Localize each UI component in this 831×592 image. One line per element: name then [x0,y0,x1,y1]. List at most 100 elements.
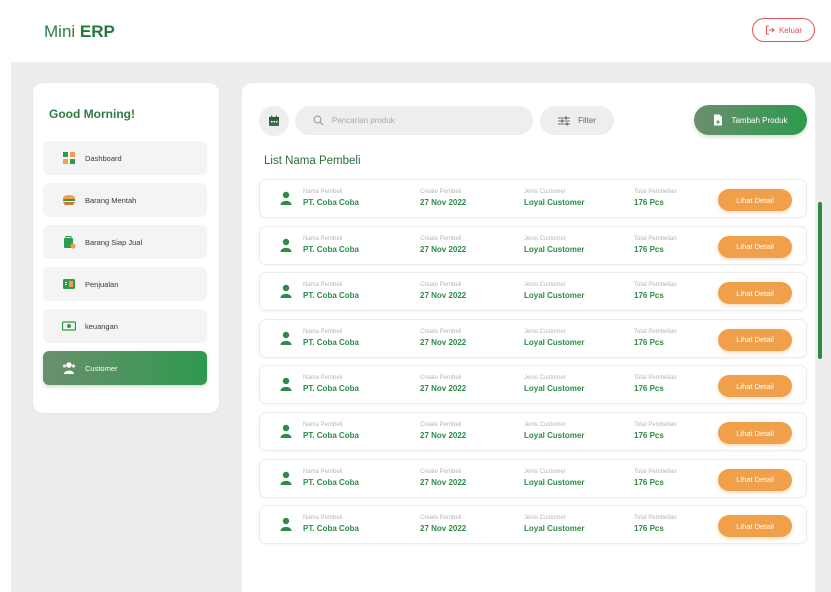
sidebar-item-dashboard[interactable]: Dashboard [43,141,207,175]
cell-value: PT. Coba Coba [303,198,360,207]
row-cell-type: Jenis Customer Loyal Customer [524,328,584,349]
scrollbar[interactable] [818,202,822,359]
raw-goods-icon [62,193,76,207]
row-cell-type: Jenis Customer Loyal Customer [524,514,584,535]
sidebar-item-label: Barang Siap Jual [85,237,143,247]
person-icon [280,424,292,440]
cell-label: Create Pembeli [420,235,462,242]
sidebar-item-label: Penjualan [85,279,119,289]
cell-label: Nama Pembeli [303,515,343,522]
cell-label: Jenis Customer [524,468,566,475]
cell-label: Create Pembeli [420,282,462,289]
logout-button[interactable]: Keluar [752,18,815,42]
table-row: Nama Pembeli PT. Coba Coba Create Pembeli 2… [259,225,807,265]
sidebar-item-penjualan[interactable]: Penjualan [43,267,207,301]
calendar-button[interactable] [259,106,289,136]
filter-label: Filter [578,116,596,125]
sidebar: Good Morning! Dashboard Barang Mentah Ba… [33,83,219,413]
logout-icon [765,25,775,35]
cell-label: Jenis Customer [524,189,566,195]
person-icon [280,471,292,487]
sidebar-item-customer[interactable]: Customer [43,351,207,385]
row-cell-name: Nama Pembeli PT. Coba Coba [303,514,359,535]
calendar-icon [269,115,279,126]
cell-value: PT. Coba Coba [303,384,360,394]
row-cell-type: Jenis Customer Loyal Customer [524,235,584,256]
cell-value: Loyal Customer [524,431,585,440]
cell-label: Total Pembelian [634,282,677,289]
cell-value: PT. Coba Coba [303,291,360,301]
person-icon [280,238,292,254]
add-product-label: Tambah Produk [731,115,788,125]
cell-label: Jenis Customer [524,235,566,242]
view-detail-button[interactable]: Lihat Detail [718,189,792,211]
view-detail-button[interactable]: Lihat Detail [718,328,792,351]
view-detail-button[interactable]: Lihat Detail [718,375,792,398]
cell-label: Total Pembelian [634,235,677,242]
person-icon [280,517,292,533]
row-cell-total: Total Pembelian 176 Pcs [634,421,677,442]
row-cell-type: Jenis Customer Loyal Customer [524,421,584,442]
search-bar[interactable] [295,106,533,135]
row-cell-type: Jenis Customer Loyal Customer [524,281,584,302]
top-bar: Mini ERP Keluar [0,0,831,60]
cell-value: 176 Pcs [634,198,664,207]
table-row: Nama Pembeli PT. Coba Coba Create Pembeli 2… [259,318,807,358]
sidebar-item-label: Barang Mentah [85,195,137,205]
cell-label: Total Pembelian [634,189,677,195]
cell-label: Nama Pembeli [303,375,343,382]
cell-label: Nama Pembeli [303,422,343,428]
logo-text-bold: ERP [79,22,115,41]
row-cell-name: Nama Pembeli PT. Coba Coba [303,281,359,302]
row-cell-name: Nama Pembeli PT. Coba Coba [303,235,359,256]
cell-value: Loyal Customer [524,198,585,207]
cell-value: 27 Nov 2022 [420,384,467,394]
list-title: List Nama Pembeli [264,155,361,167]
cell-value: PT. Coba Coba [303,477,360,487]
person-icon [280,377,292,393]
cell-value: PT. Coba Coba [303,244,360,254]
cell-value: Loyal Customer [524,337,585,347]
logout-label: Keluar [778,25,803,35]
sidebar-item-keuangan[interactable]: keuangan [43,309,207,343]
sidebar-item-barang-mentah[interactable]: Barang Mentah [43,183,207,217]
row-cell-name: Nama Pembeli PT. Coba Coba [303,188,359,209]
greeting: Good Morning! [49,107,135,121]
person-icon [280,191,292,207]
view-detail-button[interactable]: Lihat Detail [718,422,792,444]
main-panel: Filter Tambah Produk List Nama Pembeli N… [242,83,815,592]
view-detail-button[interactable]: Lihat Detail [718,468,792,491]
cell-value: 27 Nov 2022 [420,477,467,487]
cell-label: Nama Pembeli [303,328,343,335]
cell-value: 27 Nov 2022 [420,198,467,207]
cell-label: Nama Pembeli [303,468,343,475]
sidebar-item-barang-siap-jual[interactable]: Barang Siap Jual [43,225,207,259]
sidebar-item-label: Customer [85,363,118,373]
cell-label: Create Pembeli [420,468,462,475]
cell-label: Jenis Customer [524,515,566,522]
view-detail-button[interactable]: Lihat Detail [718,282,792,305]
cell-value: PT. Coba Coba [303,431,360,440]
view-detail-button[interactable]: Lihat Detail [718,235,792,258]
cell-label: Nama Pembeli [303,235,343,242]
row-cell-total: Total Pembelian 176 Pcs [634,328,677,349]
add-product-button[interactable]: Tambah Produk [694,105,807,135]
cell-value: 27 Nov 2022 [420,244,467,254]
cell-value: Loyal Customer [524,291,585,301]
cell-label: Nama Pembeli [303,189,343,195]
row-cell-name: Nama Pembeli PT. Coba Coba [303,468,359,489]
table-row: Nama Pembeli PT. Coba Coba Create Pembeli 2… [259,458,807,498]
row-cell-total: Total Pembelian 176 Pcs [634,235,677,256]
search-input[interactable] [332,116,512,125]
cell-value: Loyal Customer [524,384,585,394]
filter-button[interactable]: Filter [540,106,614,135]
cell-value: 176 Pcs [634,244,664,254]
cell-label: Nama Pembeli [303,282,343,289]
cell-label: Create Pembeli [420,375,462,382]
cell-label: Total Pembelian [634,515,677,522]
finance-icon [62,319,76,333]
cell-value: Loyal Customer [524,524,585,534]
add-document-icon [714,114,723,126]
view-detail-button[interactable]: Lihat Detail [718,515,792,538]
cell-label: Create Pembeli [420,328,462,335]
